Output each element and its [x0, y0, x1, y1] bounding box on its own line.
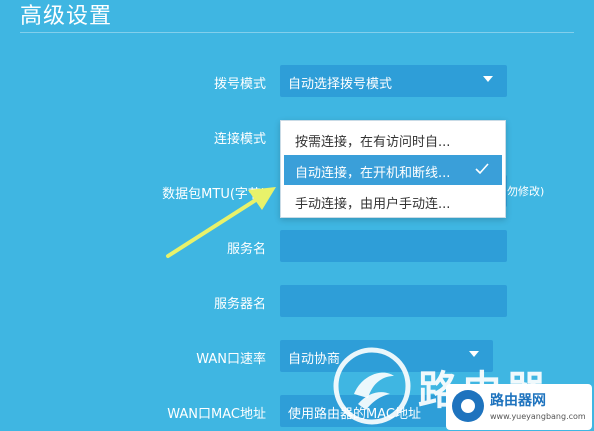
badge-url: www.yueyangbang.com — [490, 412, 586, 421]
badge-logo-icon — [452, 390, 484, 422]
watermark-badge: 路由器网 www.yueyangbang.com — [446, 384, 592, 430]
watermark-logo-icon — [333, 347, 411, 425]
badge-name: 路由器网 — [490, 393, 546, 409]
